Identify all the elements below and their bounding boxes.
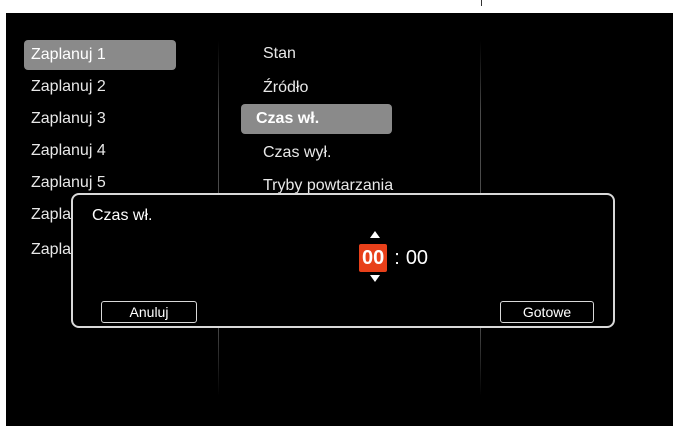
dialog-title: Czas wł. <box>92 207 153 224</box>
decrement-arrow-icon[interactable] <box>370 275 380 282</box>
setting-item-status[interactable]: Stan <box>256 39 416 69</box>
done-button[interactable]: Gotowe <box>500 301 594 323</box>
cancel-button[interactable]: Anuluj <box>101 301 197 323</box>
time-separator: : <box>394 246 400 269</box>
setting-item-off-time[interactable]: Czas wył. <box>256 138 416 168</box>
schedule-item-3[interactable]: Zaplanuj 3 <box>24 104 176 134</box>
top-tick <box>481 0 482 6</box>
setting-item-on-time[interactable]: Czas wł. <box>241 104 392 134</box>
setting-item-source[interactable]: Źródło <box>256 73 416 103</box>
time-value: 00 : 00 <box>359 243 428 273</box>
tv-screen: Zaplanuj 1 Zaplanuj 2 Zaplanuj 3 Zaplanu… <box>6 13 673 426</box>
schedule-item-2[interactable]: Zaplanuj 2 <box>24 72 176 102</box>
time-picker-dialog: Czas wł. 00 : 00 Anuluj Gotowe <box>71 193 615 328</box>
increment-arrow-icon[interactable] <box>370 231 380 238</box>
schedule-item-4[interactable]: Zaplanuj 4 <box>24 136 176 166</box>
schedule-item-1[interactable]: Zaplanuj 1 <box>24 40 176 70</box>
setting-item-on-time-label: Czas wł. <box>256 110 320 127</box>
minutes-field[interactable]: 00 <box>406 247 428 270</box>
hours-field[interactable]: 00 <box>359 244 388 272</box>
